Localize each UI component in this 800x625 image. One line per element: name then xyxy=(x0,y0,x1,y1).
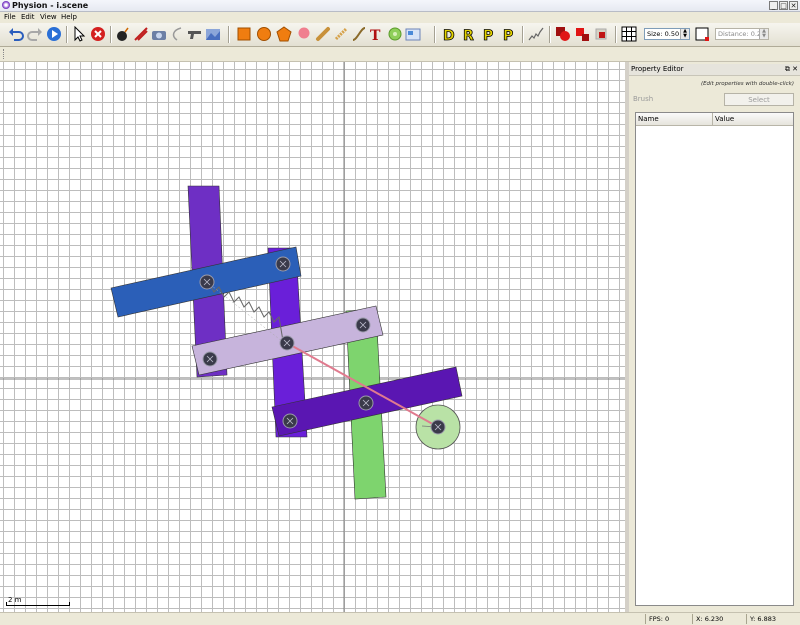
size-value: 0.50 xyxy=(664,30,680,38)
status-bar: FPS: 0 X: 6.230 Y: 6.883 xyxy=(0,612,800,625)
distance-spinbox[interactable]: Distance: 0.20 ▲ ▼ xyxy=(715,28,769,40)
text-tool-icon[interactable]: T xyxy=(369,26,385,42)
column-name[interactable]: Name xyxy=(638,113,659,125)
property-editor-titlebar: Property Editor ⧉ ✕ xyxy=(629,64,800,76)
rope-icon[interactable] xyxy=(169,26,185,42)
x-coordinate: X: 6.230 xyxy=(692,614,746,624)
stick-icon[interactable] xyxy=(315,26,331,42)
property-table-header: Name Value xyxy=(636,113,793,126)
secondary-toolbar xyxy=(0,47,800,62)
minimize-button[interactable]: _ xyxy=(769,1,778,10)
terrain-icon[interactable] xyxy=(205,26,221,42)
snap-icon[interactable] xyxy=(694,26,710,42)
toolbar-grip[interactable] xyxy=(3,49,6,59)
scale-tick-right xyxy=(69,602,70,606)
scene-svg[interactable] xyxy=(0,62,625,612)
property-table[interactable]: Name Value xyxy=(635,112,794,606)
property-editor-panel: Property Editor ⧉ ✕ (Edit properties wit… xyxy=(629,62,800,612)
select-button[interactable]: Select xyxy=(724,93,794,106)
property-editor-title: Property Editor xyxy=(631,65,684,73)
scale-label: 2 m xyxy=(8,596,22,604)
menu-file[interactable]: File xyxy=(4,12,16,23)
menu-help[interactable]: Help xyxy=(61,12,77,23)
svg-text:P: P xyxy=(503,28,513,42)
svg-text:T: T xyxy=(370,28,381,42)
column-value[interactable]: Value xyxy=(712,113,734,125)
camera-icon[interactable] xyxy=(151,26,167,42)
grid-icon[interactable] xyxy=(621,26,637,42)
polygon-icon[interactable] xyxy=(276,26,292,42)
distance-stepper[interactable]: ▲ ▼ xyxy=(759,29,768,39)
gear-icon[interactable] xyxy=(387,26,403,42)
menu-bar: File Edit View Help xyxy=(0,12,800,23)
delete-icon[interactable] xyxy=(90,26,106,42)
close-button[interactable]: ✕ xyxy=(789,1,798,10)
gun-icon[interactable] xyxy=(187,26,203,42)
layer-back-icon[interactable] xyxy=(574,26,590,42)
scale-line xyxy=(6,605,70,606)
undo-icon[interactable] xyxy=(8,26,24,42)
svg-text:P: P xyxy=(483,28,493,42)
window-title: Physion - i.scene xyxy=(12,1,89,10)
pointer-icon[interactable] xyxy=(71,26,87,42)
circle-icon[interactable] xyxy=(256,26,272,42)
maximize-button[interactable]: □ xyxy=(779,1,788,10)
p-tool-icon[interactable]: P xyxy=(481,26,497,42)
svg-text:D: D xyxy=(443,28,455,42)
menu-edit[interactable]: Edit xyxy=(21,12,35,23)
scale-bar: 2 m xyxy=(6,596,70,608)
cut-icon[interactable] xyxy=(133,26,149,42)
p-tool-2-icon[interactable]: P xyxy=(501,26,517,42)
d-tool-icon[interactable]: D xyxy=(441,26,457,42)
size-label: Size: xyxy=(647,30,663,38)
close-panel-icon[interactable]: ✕ xyxy=(792,65,798,73)
title-bar: Physion - i.scene _ □ ✕ xyxy=(0,0,800,12)
spring-icon[interactable] xyxy=(528,26,544,42)
layer-front-icon[interactable] xyxy=(555,26,571,42)
curve-icon[interactable] xyxy=(351,26,367,42)
property-editor-hint: (Edit properties with double-click) xyxy=(700,81,794,87)
redo-icon[interactable] xyxy=(27,26,43,42)
fps-readout: FPS: 0 xyxy=(645,614,691,624)
svg-text:R: R xyxy=(463,28,474,42)
play-icon[interactable] xyxy=(46,26,62,42)
image-icon[interactable] xyxy=(405,26,421,42)
scale-tick-left xyxy=(6,602,7,606)
rectangle-icon[interactable] xyxy=(236,26,252,42)
bomb-icon[interactable] xyxy=(115,26,131,42)
float-panel-icon[interactable]: ⧉ xyxy=(785,65,790,73)
r-tool-icon[interactable]: R xyxy=(461,26,477,42)
app-icon xyxy=(2,1,10,9)
y-coordinate: Y: 6.883 xyxy=(746,614,800,624)
scene-canvas[interactable]: 2 m xyxy=(0,62,625,612)
size-stepper[interactable]: ▲ ▼ xyxy=(680,29,689,39)
balloon-icon[interactable] xyxy=(296,26,312,42)
size-spinbox[interactable]: Size: 0.50 ▲ ▼ xyxy=(644,28,690,40)
main-toolbar: T D R P P Size: 0.50 ▲ ▼ Distance: 0.20 ▲… xyxy=(0,23,800,47)
chain-icon[interactable] xyxy=(333,26,349,42)
bring-front-icon[interactable] xyxy=(593,26,609,42)
distance-label: Distance: xyxy=(718,30,749,38)
brush-label: Brush xyxy=(633,95,654,103)
menu-view[interactable]: View xyxy=(40,12,57,23)
